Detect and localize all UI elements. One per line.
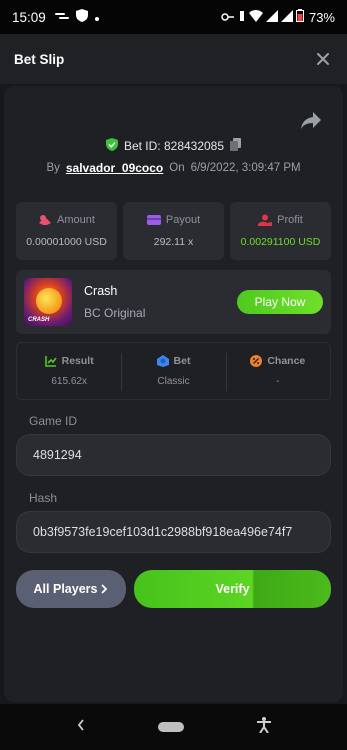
- verify-button[interactable]: Verify: [134, 570, 331, 608]
- stat-amount-label: Amount: [57, 214, 95, 226]
- stat-payout-value: 292.11 x: [153, 236, 194, 248]
- chevron-right-icon: [101, 584, 108, 594]
- page-title: Bet Slip: [14, 51, 65, 67]
- game-name: Crash: [84, 284, 118, 298]
- stat-amount-value: 0.00001000 USD: [26, 236, 107, 248]
- bet-type-value: Classic: [157, 376, 190, 387]
- action-buttons: All Players Verify: [16, 570, 331, 608]
- hash-field[interactable]: 0b3f9573fe19cef103d1c2988bf918ea496e74f7: [16, 511, 331, 553]
- bet-slip-header: Bet Slip: [0, 34, 347, 84]
- bet-slip-sheet: Bet ID: 828432085 By salvador_09coco On …: [0, 84, 347, 704]
- shield-status-icon: [75, 9, 88, 25]
- chip-icon: [156, 355, 169, 367]
- hand-coins-icon: [258, 214, 273, 226]
- bet-type-label: Bet: [173, 355, 191, 367]
- signal-2-icon: [280, 9, 293, 25]
- by-label: By: [46, 162, 60, 174]
- close-button[interactable]: [313, 49, 333, 69]
- system-nav-bar: [0, 704, 347, 750]
- copy-button[interactable]: [230, 138, 242, 154]
- username-link[interactable]: salvador_09coco: [66, 161, 163, 175]
- chart-up-icon: [44, 356, 57, 367]
- game-thumbnail[interactable]: CRASH: [24, 278, 72, 326]
- hash-label: Hash: [29, 491, 58, 505]
- key-icon: [221, 10, 235, 25]
- bet-id: Bet ID: 828432085: [123, 139, 225, 153]
- bet-datetime: 6/9/2022, 3:09:47 PM: [190, 162, 301, 174]
- game-provider: BC Original: [84, 306, 146, 320]
- bet-id-row: Bet ID: 828432085: [4, 138, 343, 154]
- bet-results: Result 615.62x Bet Classic Chance -: [16, 342, 331, 400]
- bet-byline: By salvador_09coco On 6/9/2022, 3:09:47 …: [4, 161, 343, 175]
- stat-payout-label: Payout: [165, 214, 201, 226]
- wallet-icon: [146, 215, 161, 225]
- share-button[interactable]: [301, 112, 325, 136]
- chance-label: Chance: [267, 355, 306, 367]
- copy-icon: [230, 138, 242, 151]
- all-players-button[interactable]: All Players: [16, 570, 126, 608]
- on-label: On: [169, 162, 185, 174]
- stat-payout: Payout 292.11 x: [123, 202, 224, 260]
- signal-icon: [265, 9, 278, 25]
- game-id-label: Game ID: [29, 414, 78, 428]
- share-icon: [301, 112, 321, 129]
- back-chevron-icon: [77, 719, 84, 731]
- status-time: 15:09: [12, 9, 46, 25]
- back-button[interactable]: [77, 718, 85, 736]
- dot-icon: [94, 10, 100, 25]
- vibrate-icon: [238, 10, 246, 25]
- bet-stats: Amount 0.00001000 USD Payout 292.11 x Pr…: [16, 202, 331, 260]
- link-icon: [54, 10, 70, 25]
- accessibility-icon: [256, 716, 271, 734]
- close-icon: [317, 53, 329, 65]
- play-now-button[interactable]: Play Now: [237, 290, 323, 314]
- bet-type-column: Bet Classic: [121, 343, 225, 399]
- home-pill[interactable]: [157, 722, 184, 732]
- stat-profit: Profit 0.00291100 USD: [230, 202, 331, 260]
- stat-amount: Amount 0.00001000 USD: [16, 202, 117, 260]
- coins-icon: [39, 215, 52, 225]
- game-card: CRASH Crash BC Original Play Now: [16, 270, 331, 334]
- chance-column: Chance -: [225, 343, 330, 399]
- status-bar: 15:09 73%: [0, 0, 347, 34]
- result-label: Result: [61, 355, 94, 367]
- result-column: Result 615.62x: [17, 343, 121, 399]
- all-players-label: All Players: [33, 582, 98, 596]
- bet-card: Bet ID: 828432085 By salvador_09coco On …: [4, 86, 343, 702]
- game-thumbnail-label: CRASH: [28, 317, 50, 323]
- game-id-field[interactable]: 4891294: [16, 434, 331, 476]
- wifi-icon: [248, 9, 263, 25]
- stat-profit-label: Profit: [277, 214, 303, 226]
- stat-profit-value: 0.00291100 USD: [240, 236, 321, 248]
- battery-percent: 73%: [308, 9, 335, 25]
- chance-value: -: [276, 376, 280, 387]
- verified-shield-icon: [105, 138, 118, 154]
- result-value: 615.62x: [51, 376, 87, 387]
- battery-icon: [295, 9, 304, 25]
- accessibility-button[interactable]: [256, 716, 271, 738]
- percent-icon: [250, 355, 263, 367]
